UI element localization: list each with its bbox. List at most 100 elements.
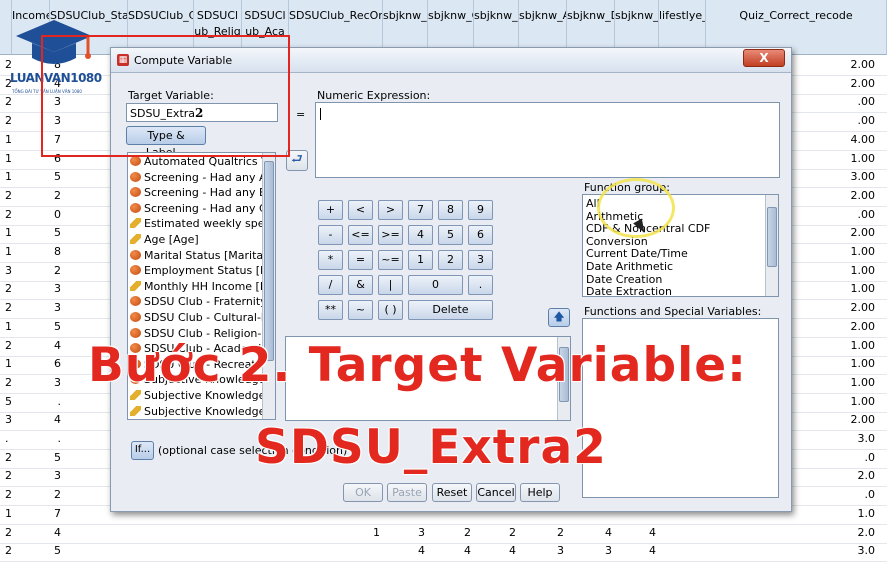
keypad-key[interactable]: 4 [408,225,433,245]
row-quiz-value: .00 [857,114,876,128]
row-club-value: 3 [54,282,61,296]
row-quiz-value: 4.00 [850,132,876,146]
nominal-variable-icon [130,296,141,307]
keypad-key[interactable]: >= [378,225,403,245]
function-group-item[interactable]: Date Creation [586,273,662,286]
keypad-key[interactable]: / [318,275,343,295]
keypad-key[interactable]: > [378,200,403,220]
numeric-expression-input[interactable] [315,102,780,178]
keypad-key[interactable]: ~ [348,300,373,320]
function-group-item[interactable]: Current Date/Time [586,247,688,260]
keypad-key[interactable]: Delete [408,300,493,320]
keypad-key[interactable]: 6 [468,225,493,245]
variable-name: Employment Status [E... [144,264,276,278]
reset-button[interactable]: Reset [432,483,472,502]
variable-list-item[interactable]: Estimated weekly spen... [130,216,276,231]
variable-list-item[interactable]: Screening - Had any C... [130,201,276,216]
table-cell: 1 [373,525,380,539]
row-quiz-value: 1.00 [850,263,876,277]
function-group-item[interactable]: Date Arithmetic [586,260,673,273]
help-button[interactable]: Help [520,483,560,502]
variable-list-item[interactable]: Screening - Had any AL... [130,170,275,185]
variable-list-item[interactable]: SDSU Club - Fraternity ... [130,294,275,309]
row-income-value: 2 [5,207,12,221]
keypad-key[interactable]: . [468,275,493,295]
row-quiz-value: 2.00 [850,301,876,315]
ok-button[interactable]: OK [343,483,383,502]
row-quiz-value: 2.00 [850,58,876,71]
variable-list-item[interactable]: Employment Status [E... [130,263,276,278]
row-quiz-value: 1.00 [850,151,876,165]
row-club-value: 0 [54,207,61,221]
variable-list-item[interactable]: Screening - Had any B... [130,185,275,200]
keypad-key[interactable]: - [318,225,343,245]
ruler-icon [130,280,141,291]
row-club-value: 4 [54,525,61,539]
keypad-key[interactable]: = [348,250,373,270]
nominal-variable-icon [130,249,141,260]
function-group-item[interactable]: Date Extraction [586,285,672,296]
keypad-key[interactable]: & [348,275,373,295]
variable-list-item[interactable]: Monthly HH Income [Inc... [130,279,276,294]
function-group-scrollbar[interactable] [765,195,778,296]
keypad-key[interactable]: 2 [438,250,463,270]
nominal-variable-icon [130,312,141,322]
row-quiz-value: 2.0 [857,525,876,539]
if-button[interactable]: If... [131,441,154,460]
row-income-value: 1 [5,132,12,146]
row-quiz-value: 1.00 [850,394,876,408]
keypad-key[interactable]: <= [348,225,373,245]
row-income-value: 2 [5,450,12,464]
keypad-key[interactable]: | [378,275,403,295]
table-cell: 2 [557,525,564,539]
row-quiz-value: .0 [864,488,876,502]
row-club-value: 2 [54,263,61,277]
caption-line-1: Bước 2. Target Variable: [88,338,747,393]
row-income-value: 2 [5,375,12,389]
move-function-up-button[interactable]: 🡅 [548,308,570,327]
equals-sign: = [296,108,306,121]
keypad-key[interactable]: 7 [408,200,433,220]
row-quiz-value: 1.00 [850,375,876,389]
variable-list-item[interactable]: Age [Age] [130,232,199,247]
paste-button[interactable]: Paste [387,483,427,502]
keypad-key[interactable]: * [318,250,343,270]
row-income-value: 2 [5,525,12,539]
row-income-value: 2 [5,95,12,109]
keypad-key[interactable]: ** [318,300,343,320]
keypad-key[interactable]: 8 [438,200,463,220]
table-cell: 3 [605,544,612,558]
variable-list-item[interactable]: Subjective Knowledge -... [130,404,275,419]
variable-name: Estimated weekly spen... [144,217,276,231]
keypad-key[interactable]: 0 [408,275,463,295]
table-cell: 4 [509,544,516,558]
nominal-variable-icon [130,156,141,166]
close-button[interactable]: X [743,49,785,67]
keypad-key[interactable]: ( ) [378,300,403,320]
variable-name: Marital Status [Marital_... [144,248,276,262]
row-club-value: . [57,432,62,445]
row-quiz-value: 3.00 [850,170,876,184]
row-club-value: . [57,394,62,408]
cancel-button[interactable]: Cancel [476,483,516,502]
function-group-scroll-thumb[interactable] [767,207,777,267]
variable-list-item[interactable]: SDSU Club - Cultural-b... [130,310,276,325]
keypad-key[interactable]: 5 [438,225,463,245]
variable-list-item[interactable]: Marital Status [Marital_... [130,248,276,263]
keypad-key[interactable]: + [318,200,343,220]
table-cell: 4 [649,544,656,558]
row-income-value: 2 [5,469,12,483]
variable-name: Screening - Had any C... [144,201,276,215]
keypad-key[interactable]: 3 [468,250,493,270]
variable-name: SDSU Club - Cultural-b... [144,311,276,324]
row-income-value: 2 [5,301,12,315]
row-club-value: 5 [54,226,61,240]
keypad-key[interactable]: 1 [408,250,433,270]
variable-list-scroll-thumb[interactable] [264,161,274,361]
keypad-key[interactable]: < [348,200,373,220]
keypad-key[interactable]: 9 [468,200,493,220]
row-club-value: 5 [54,319,61,333]
variable-name: Monthly HH Income [Inc... [144,279,276,293]
keypad-key[interactable]: ~= [378,250,403,270]
row-club-value: 5 [54,544,61,558]
